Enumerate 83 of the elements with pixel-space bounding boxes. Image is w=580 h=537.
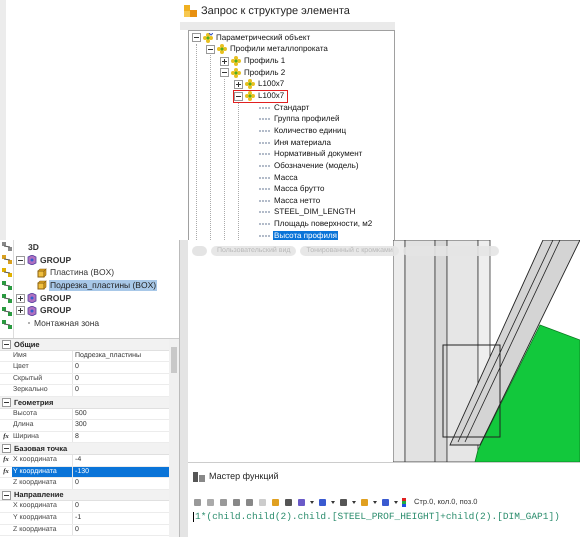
- parameter-icon: [259, 104, 271, 111]
- wizard-title: Мастер функций: [209, 470, 279, 484]
- collapse-icon[interactable]: [2, 398, 11, 407]
- node-icon: [217, 44, 227, 54]
- tree-item[interactable]: Профиль 1: [243, 56, 286, 66]
- node-icon: [245, 91, 255, 102]
- node-icon: [231, 68, 241, 78]
- collapse-icon[interactable]: [2, 340, 11, 349]
- expand-icon[interactable]: [234, 80, 243, 89]
- tree-item[interactable]: Монтажная зона: [33, 318, 100, 329]
- tree-item[interactable]: Количество единиц: [273, 126, 348, 136]
- tree-item[interactable]: L100x7: [257, 91, 286, 102]
- parameter-icon: [259, 198, 271, 204]
- cube-icon: [27, 255, 37, 266]
- tree-item[interactable]: Масса брутто: [273, 184, 326, 194]
- caret-icon[interactable]: [310, 500, 314, 504]
- parameter-icon: [259, 232, 271, 239]
- nodes-icon[interactable]: [2, 255, 12, 265]
- tree-item[interactable]: Стандарт: [273, 102, 310, 113]
- caret-icon[interactable]: [331, 500, 335, 504]
- node-icon: [245, 79, 255, 90]
- formula-field[interactable]: 1*(child.child(2).child.[STEEL_PROF_HEIGHT]+child(2).[DIM_GAP1]): [195, 510, 560, 524]
- tree-item[interactable]: Высота профиля: [273, 230, 338, 240]
- collapse-icon[interactable]: [192, 33, 201, 42]
- caret-icon[interactable]: [373, 500, 377, 504]
- parameter-icon: [259, 209, 271, 216]
- tree-item[interactable]: Профиль 2: [243, 68, 286, 78]
- parameter-icon: [259, 174, 271, 180]
- tree-item[interactable]: Подрезка_пластины (BOX): [49, 280, 158, 291]
- tool-icon[interactable]: [339, 498, 348, 506]
- expand-icon[interactable]: [220, 56, 229, 66]
- parameter-icon: [259, 162, 271, 169]
- tree-item[interactable]: L100x7: [257, 79, 286, 90]
- collapse-icon[interactable]: [234, 92, 243, 101]
- tree-item[interactable]: Пластина (BOX): [49, 267, 116, 278]
- cube-icon: [27, 293, 37, 304]
- tree-item[interactable]: STEEL_DIM_LENGTH: [273, 207, 356, 218]
- dialog-title: Запрос к структуре элемента: [201, 4, 350, 19]
- caret-icon[interactable]: [394, 500, 398, 504]
- parameter-icon: [259, 186, 271, 192]
- tree-item[interactable]: GROUP: [39, 292, 72, 304]
- cube-icon: [27, 306, 37, 316]
- expand-icon[interactable]: [16, 306, 25, 316]
- nodes-icon[interactable]: [2, 320, 12, 330]
- tree-item[interactable]: GROUP: [39, 254, 72, 266]
- tree-item[interactable]: GROUP: [39, 305, 72, 316]
- collapse-icon[interactable]: [16, 256, 25, 265]
- parameter-icon: [259, 116, 271, 122]
- node-icon: [231, 56, 241, 66]
- tree-item[interactable]: 3D: [27, 242, 40, 253]
- tree-item[interactable]: Обозначение (модель): [273, 160, 360, 171]
- tree-item[interactable]: Масса: [273, 172, 299, 182]
- collapse-icon[interactable]: [206, 44, 215, 54]
- box-icon: [37, 280, 47, 290]
- tool-icon[interactable]: [318, 498, 327, 506]
- nodes-icon[interactable]: [2, 307, 12, 317]
- tree-item[interactable]: Масса нетто: [273, 196, 322, 206]
- tree-item[interactable]: Площадь поверхности, м2: [273, 219, 374, 230]
- nodes-icon[interactable]: [2, 281, 12, 291]
- collapse-icon[interactable]: [2, 490, 11, 500]
- scrollbar[interactable]: [169, 339, 179, 537]
- tree-item[interactable]: Параметрический объект: [215, 32, 312, 43]
- nodes-icon[interactable]: [2, 294, 12, 304]
- color-bars-icon[interactable]: [402, 498, 406, 506]
- nodes-icon[interactable]: [2, 242, 12, 252]
- parameter-icon: [259, 151, 271, 158]
- parameter-icon: [259, 140, 271, 146]
- nodes-icon[interactable]: [2, 268, 12, 278]
- parameter-icon: [259, 221, 271, 228]
- caret-icon[interactable]: [352, 500, 356, 504]
- tree-item[interactable]: Группа профилей: [273, 114, 340, 124]
- collapse-icon[interactable]: [2, 444, 11, 454]
- tool-icon[interactable]: [381, 498, 390, 506]
- tree-item[interactable]: Нормативный документ: [273, 149, 364, 160]
- function-icon: [193, 472, 205, 482]
- parameter-icon: [259, 128, 271, 134]
- tree-item[interactable]: Иня материала: [273, 138, 332, 148]
- collapse-icon[interactable]: [220, 68, 229, 78]
- tree-item[interactable]: Профили металлопроката: [229, 44, 329, 54]
- box-icon: [37, 268, 47, 278]
- dialog-icon: [184, 5, 197, 17]
- expand-icon[interactable]: [16, 294, 25, 303]
- node-icon: [203, 32, 213, 43]
